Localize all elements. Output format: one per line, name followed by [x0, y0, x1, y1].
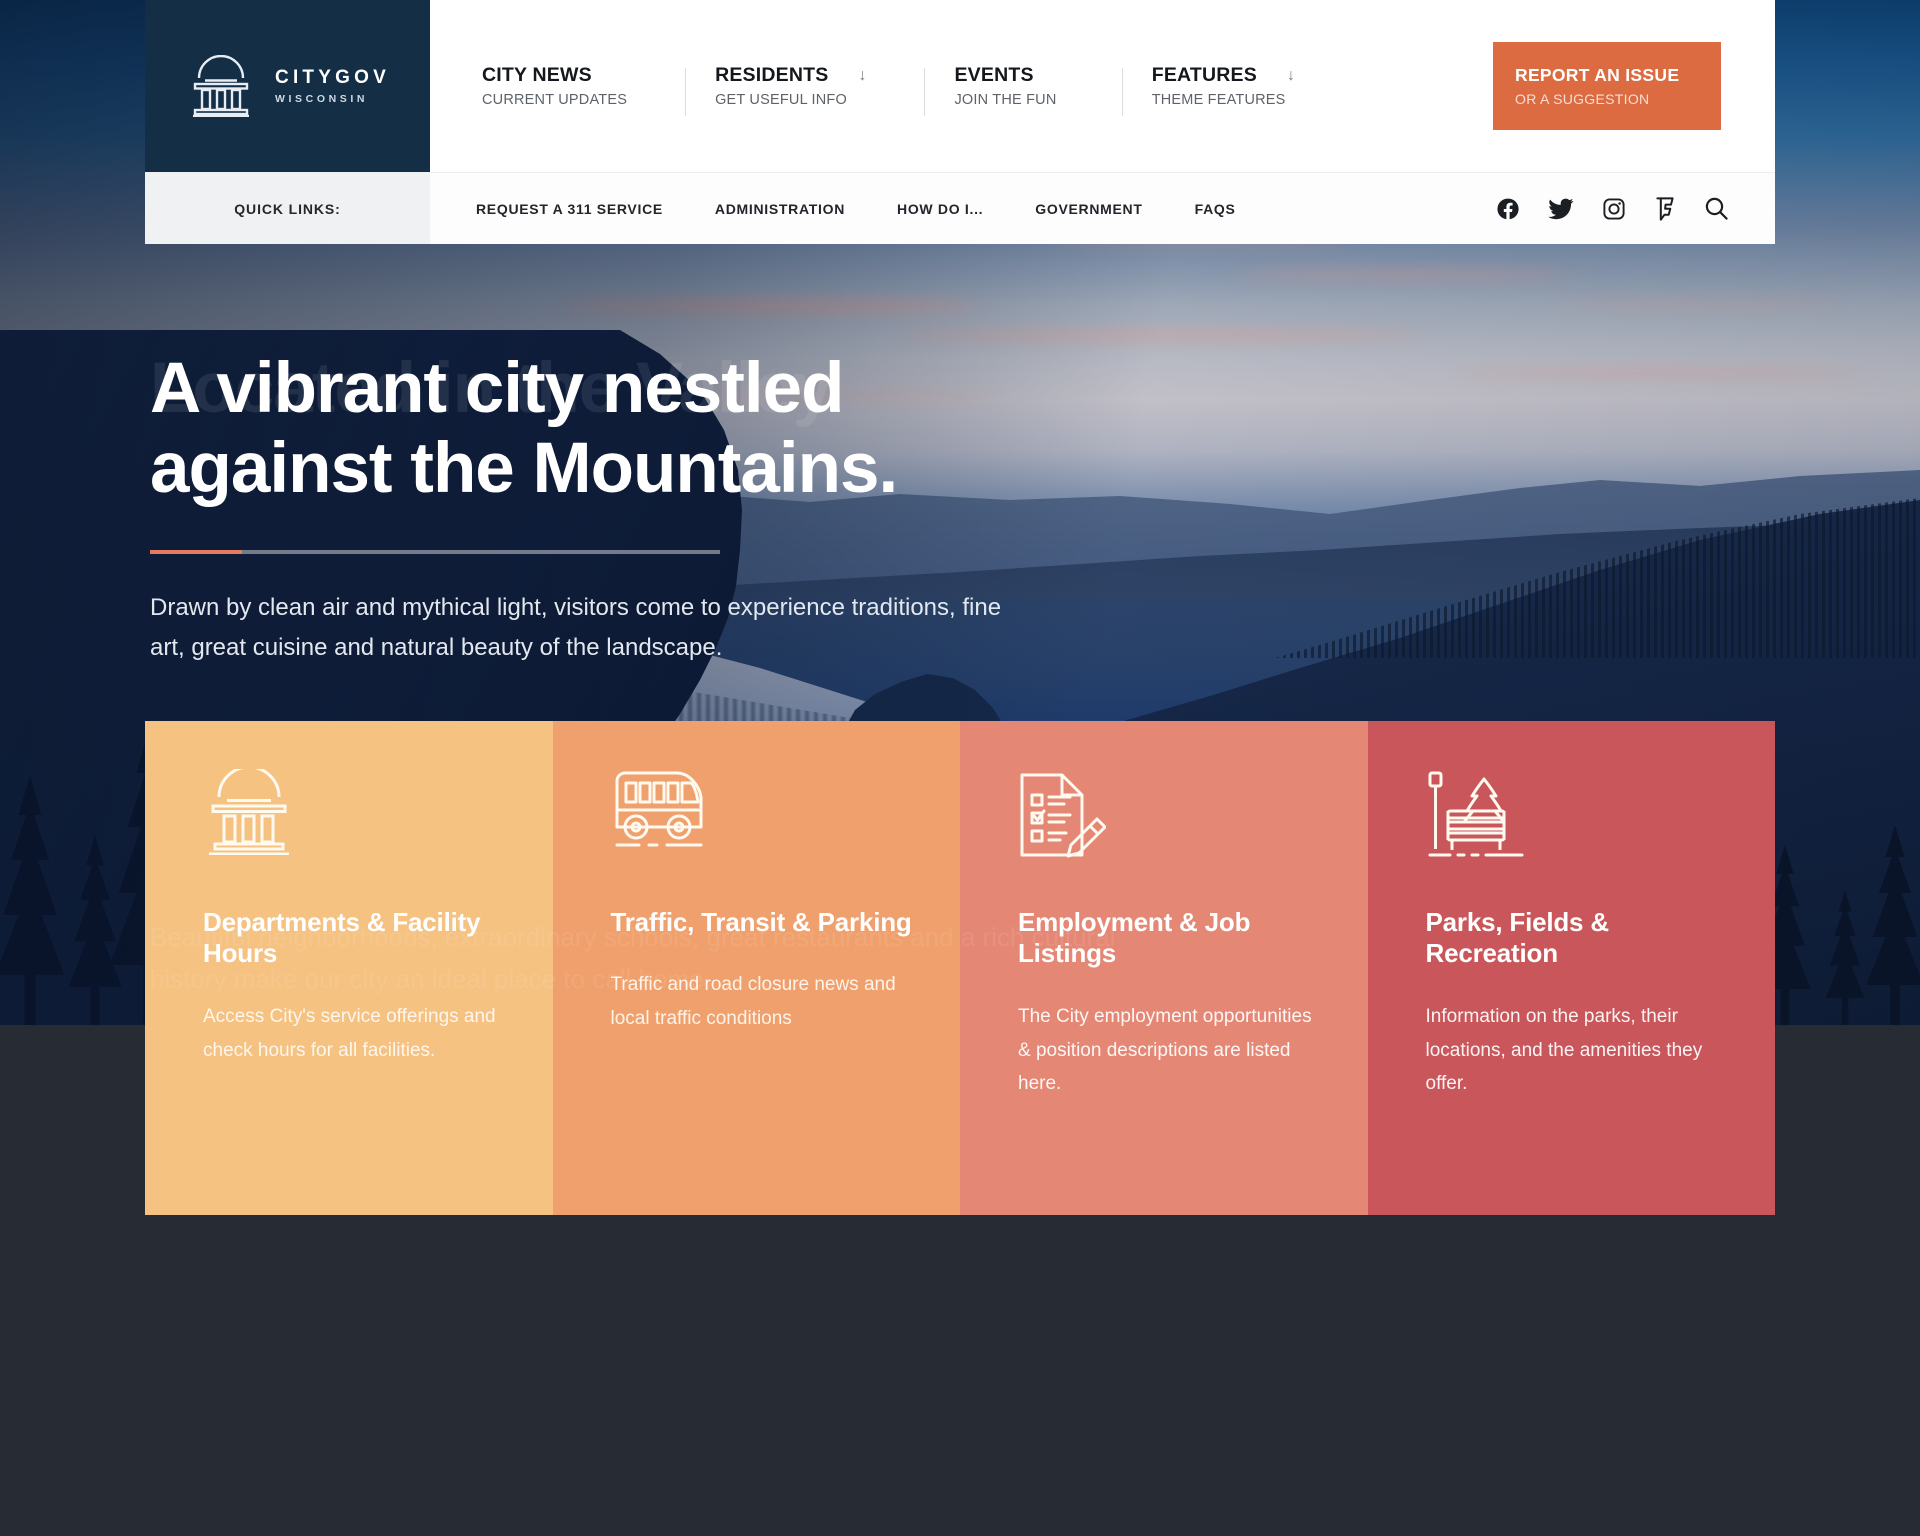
card-departments-facility-hours[interactable]: Departments & Facility Hours Access City… — [145, 720, 553, 1215]
nav-item-features[interactable]: FEATURES ↓ THEME FEATURES — [1121, 64, 1325, 116]
foursquare-icon[interactable] — [1654, 196, 1676, 221]
nav-subtitle: CURRENT UPDATES — [482, 92, 628, 108]
card-description: Access City's service offerings and chec… — [203, 1006, 496, 1061]
quick-link-administration[interactable]: ADMINISTRATION — [715, 201, 845, 217]
twitter-icon[interactable] — [1548, 198, 1574, 220]
chevron-down-icon: ↓ — [1286, 66, 1295, 84]
bus-icon — [611, 769, 917, 861]
site-header: CITYGOV WISCONSIN CITY NEWS CURRENT UPDA… — [145, 0, 1775, 172]
main-navigation: CITY NEWS CURRENT UPDATES RESIDENTS ↓ GE… — [430, 0, 1493, 172]
logo-name: CITYGOV — [275, 67, 390, 89]
quick-link-311[interactable]: REQUEST A 311 SERVICE — [476, 201, 663, 217]
report-an-issue-button[interactable]: REPORT AN ISSUE OR A SUGGESTION — [1493, 42, 1721, 130]
nav-item-events[interactable]: EVENTS JOIN THE FUN — [924, 64, 1093, 116]
hero-section: Located in the Valley Beautiful neighbor… — [145, 244, 1775, 994]
nav-subtitle: THEME FEATURES — [1151, 92, 1286, 108]
card-title: Parks, Fields & Recreation — [1425, 906, 1610, 969]
capitol-building-icon — [185, 54, 257, 118]
card-description: The City employment opportunities & posi… — [1018, 1006, 1312, 1094]
card-description: Traffic and road closure news and local … — [610, 974, 896, 1029]
instagram-icon[interactable] — [1602, 197, 1626, 221]
quick-link-government[interactable]: GOVERNMENT — [1035, 201, 1142, 217]
capitol-building-icon — [203, 765, 509, 861]
nav-title: RESIDENTS — [715, 64, 829, 86]
checklist-pencil-icon — [1018, 769, 1324, 861]
card-title: Departments & Facility Hours — [203, 906, 481, 969]
nav-item-residents[interactable]: RESIDENTS ↓ GET USEFUL INFO — [685, 64, 896, 116]
social-icon-group — [1496, 173, 1775, 244]
card-title: Traffic, Transit & Parking — [610, 906, 912, 937]
facebook-icon[interactable] — [1496, 197, 1520, 221]
card-description: Information on the parks, their location… — [1425, 1006, 1703, 1094]
feature-cards: Departments & Facility Hours Access City… — [145, 720, 1775, 1215]
chevron-down-icon: ↓ — [858, 66, 867, 84]
park-bench-icon — [1426, 769, 1732, 861]
card-parks-fields-recreation[interactable]: Parks, Fields & Recreation Information o… — [1367, 720, 1775, 1215]
nav-subtitle: JOIN THE FUN — [954, 92, 1057, 108]
nav-title: FEATURES — [1151, 64, 1257, 86]
card-traffic-transit-parking[interactable]: Traffic, Transit & Parking Traffic and r… — [552, 720, 960, 1215]
page-container: CITYGOV WISCONSIN CITY NEWS CURRENT UPDA… — [145, 0, 1775, 1215]
search-icon[interactable] — [1704, 196, 1729, 221]
nav-title: CITY NEWS — [482, 64, 592, 86]
card-employment-job-listings[interactable]: Employment & Job Listings The City emplo… — [960, 720, 1368, 1215]
report-button-secondary-label: OR A SUGGESTION — [1515, 91, 1650, 107]
nav-title: EVENTS — [954, 64, 1034, 86]
quick-links-bar: QUICK LINKS: REQUEST A 311 SERVICE ADMIN… — [145, 172, 1775, 244]
report-button-primary-label: REPORT AN ISSUE — [1515, 65, 1680, 85]
quick-links-label: QUICK LINKS: — [145, 173, 430, 244]
quick-links-list: REQUEST A 311 SERVICE ADMINISTRATION HOW… — [430, 173, 1496, 244]
hero-headline: A vibrant city nestled against the Mount… — [150, 349, 898, 508]
card-title: Employment & Job Listings — [1018, 906, 1251, 969]
logo-state: WISCONSIN — [275, 92, 369, 105]
quick-link-faqs[interactable]: FAQS — [1195, 201, 1236, 217]
hero-divider-rule — [150, 550, 720, 555]
logo[interactable]: CITYGOV WISCONSIN — [145, 0, 430, 172]
quick-link-how-do-i[interactable]: HOW DO I... — [897, 201, 983, 217]
nav-item-city-news[interactable]: CITY NEWS CURRENT UPDATES — [482, 64, 657, 108]
hero-lede: Drawn by clean air and mythical light, v… — [150, 594, 1002, 662]
nav-subtitle: GET USEFUL INFO — [715, 92, 847, 108]
